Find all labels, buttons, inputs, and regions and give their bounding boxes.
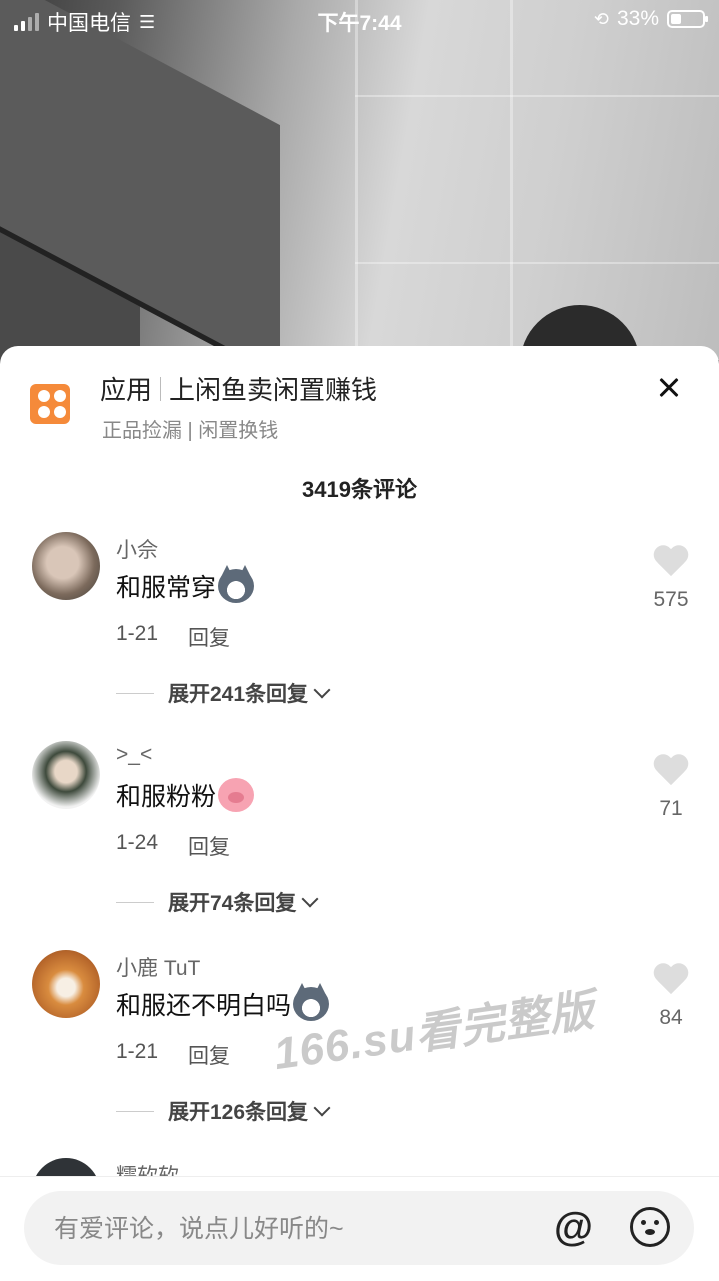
- comment-body: 和服常穿: [116, 574, 217, 602]
- like-count: 84: [659, 1006, 683, 1029]
- avatar[interactable]: [32, 741, 100, 809]
- comment-username[interactable]: 小鹿 TuT: [116, 952, 200, 982]
- comment-body: 和服还不明白吗: [116, 992, 292, 1020]
- heart-icon: [653, 755, 689, 787]
- ad-title: 应用 上闲鱼卖闲置赚钱: [100, 370, 377, 407]
- tile-line: [355, 262, 719, 264]
- expand-replies-label: 展开126条回复: [168, 1101, 309, 1124]
- tile-line: [355, 95, 719, 97]
- heart-icon: [653, 546, 689, 578]
- expand-replies-label: 展开74条回复: [168, 892, 297, 915]
- like-count: 575: [653, 588, 689, 611]
- comment-date: 1-21: [116, 622, 159, 645]
- reply-button[interactable]: 回复: [188, 831, 230, 861]
- comment-body: 和服粉粉: [116, 783, 217, 811]
- divider: [116, 901, 154, 903]
- comment-date: 1-24: [116, 831, 159, 854]
- husky-icon: [218, 565, 255, 603]
- close-icon[interactable]: [649, 368, 689, 408]
- like-button[interactable]: 71: [647, 755, 695, 821]
- comment-text: 和服粉粉: [116, 777, 255, 813]
- chevron-down-icon: [313, 681, 331, 699]
- comment-username[interactable]: 小佘: [116, 534, 158, 564]
- avatar[interactable]: [32, 950, 100, 1018]
- expand-replies-button[interactable]: 展开241条回复: [116, 678, 331, 708]
- divider: [116, 1110, 154, 1112]
- comment-username[interactable]: >_<: [116, 743, 152, 767]
- chevron-down-icon: [301, 890, 319, 908]
- ad-headline: 上闲鱼卖闲置赚钱: [169, 375, 378, 405]
- heart-icon: [653, 964, 689, 996]
- comment-item-partial: 糯软软: [32, 1158, 719, 1178]
- app-icon: [30, 384, 70, 424]
- expand-replies-button[interactable]: 展开74条回复: [116, 887, 319, 917]
- comment-input[interactable]: [52, 1191, 536, 1267]
- mention-icon[interactable]: @: [554, 1205, 593, 1249]
- avatar[interactable]: [32, 1158, 100, 1178]
- pig-icon: [218, 778, 255, 812]
- expand-replies-label: 展开241条回复: [168, 683, 309, 706]
- video-background: [0, 0, 719, 360]
- comment-meta: 1-24 回复: [116, 831, 230, 861]
- avatar[interactable]: [32, 532, 100, 600]
- ad-subtitle: 正品捡漏 | 闲置换钱: [102, 420, 279, 442]
- emoji-icon[interactable]: [630, 1207, 670, 1247]
- battery-percent: 33%: [616, 7, 659, 30]
- comment-meta: 1-21 回复: [116, 622, 230, 652]
- ad-divider: [160, 376, 162, 401]
- like-button[interactable]: 84: [647, 964, 695, 1030]
- like-count: 71: [659, 797, 683, 820]
- tile-line: [510, 0, 513, 360]
- comment-meta: 1-21 回复: [116, 1040, 230, 1070]
- comment-item: >_< 和服粉粉 1-24 回复 展开74条回复 71: [0, 741, 719, 941]
- comment-date: 1-21: [116, 1040, 159, 1063]
- chevron-down-icon: [313, 1099, 331, 1117]
- tile-line: [355, 0, 358, 360]
- reply-button[interactable]: 回复: [188, 622, 230, 652]
- ad-category: 应用: [100, 375, 153, 405]
- comment-item: 小佘 和服常穿 1-21 回复 展开241条回复 575: [0, 532, 719, 732]
- divider: [116, 692, 154, 694]
- comment-input-bar: @: [0, 1176, 719, 1281]
- like-button[interactable]: 575: [647, 546, 695, 612]
- comment-sheet: 应用 上闲鱼卖闲置赚钱 正品捡漏 | 闲置换钱 3419条评论 小佘 和服常穿 …: [0, 346, 719, 1281]
- reply-button[interactable]: 回复: [188, 1040, 230, 1070]
- battery-icon: [667, 10, 708, 28]
- comment-input-box: @: [24, 1191, 694, 1267]
- orientation-lock-icon: ⟲: [593, 8, 609, 29]
- ad-banner[interactable]: 应用 上闲鱼卖闲置赚钱 正品捡漏 | 闲置换钱: [0, 346, 719, 456]
- status-bar: 中国电信 ☰ 下午7:44 ⟲ 33%: [0, 0, 719, 40]
- expand-replies-button[interactable]: 展开126条回复: [116, 1096, 331, 1126]
- comment-text: 和服常穿: [116, 565, 255, 604]
- comment-count: 3419条评论: [302, 477, 417, 502]
